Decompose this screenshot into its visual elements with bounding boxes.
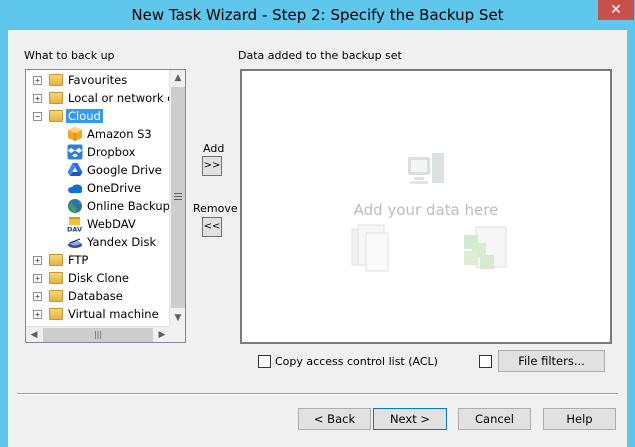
tree-item-label: Dropbox: [87, 145, 136, 159]
vertical-scroll-thumb[interactable]: [171, 87, 185, 308]
expand-icon[interactable]: +: [33, 94, 42, 103]
tree-item-label: Yandex Disk: [87, 235, 157, 249]
tree-item-label: Cloud: [66, 109, 103, 123]
scrollbar-corner: [169, 326, 185, 342]
tree-item-ftp[interactable]: + FTP: [26, 251, 170, 269]
cancel-button[interactable]: Cancel: [458, 408, 531, 430]
tree-item-database[interactable]: + Database: [26, 287, 170, 305]
folder-icon: [49, 92, 63, 104]
globe-icon: [68, 199, 82, 213]
onedrive-icon: [68, 184, 83, 194]
help-button[interactable]: Help: [543, 408, 616, 430]
window-title: New Task Wizard - Step 2: Specify the Ba…: [131, 6, 504, 24]
tree-items: + Favourites + Local or network drives −…: [26, 70, 170, 326]
tree-item-dropbox[interactable]: Dropbox: [26, 143, 170, 161]
remove-button[interactable]: <<: [202, 217, 222, 237]
tree-item-yandex-disk[interactable]: Yandex Disk: [26, 233, 170, 251]
tree-item-label: OneDrive: [87, 181, 142, 195]
tree-item-online-backup[interactable]: Online Backup: [26, 197, 170, 215]
source-tree[interactable]: + Favourites + Local or network drives −…: [25, 69, 186, 343]
file-filters-button[interactable]: File filters...: [498, 350, 605, 372]
tree-item-label: Disk Clone: [68, 271, 129, 285]
collapse-icon[interactable]: −: [33, 112, 42, 121]
close-button[interactable]: ✕: [598, 0, 634, 20]
tree-item-cloud[interactable]: − Cloud: [26, 107, 170, 125]
remove-label: Remove: [193, 202, 238, 215]
files-icon: [464, 226, 507, 269]
expand-icon[interactable]: +: [33, 256, 42, 265]
tree-item-label: Online Backup: [87, 199, 170, 213]
add-label: Add: [203, 142, 225, 155]
scroll-right-icon[interactable]: ▶: [154, 327, 170, 342]
computer-icon: [408, 153, 444, 184]
back-button[interactable]: < Back: [298, 408, 371, 430]
tree-item-label: WebDAV: [87, 217, 136, 231]
tree-item-favourites[interactable]: + Favourites: [26, 71, 170, 89]
tree-item-amazon-s3[interactable]: Amazon S3: [26, 125, 170, 143]
expand-icon[interactable]: +: [33, 292, 42, 301]
title-bar: New Task Wizard - Step 2: Specify the Ba…: [0, 0, 635, 30]
scroll-down-icon[interactable]: ▼: [170, 310, 185, 326]
horizontal-scroll-thumb[interactable]: |||: [43, 328, 153, 342]
documents-icon: [351, 224, 389, 272]
yandex-disk-icon: [68, 238, 82, 248]
horizontal-scrollbar[interactable]: ◀ ||| ▶: [26, 326, 170, 342]
amazon-s3-icon: [68, 127, 82, 141]
what-to-back-up-label: What to back up: [24, 49, 115, 62]
backup-set-label: Data added to the backup set: [238, 49, 402, 62]
folder-icon: [49, 254, 63, 266]
scroll-up-icon[interactable]: ▲: [170, 70, 185, 86]
close-icon: ✕: [610, 2, 622, 18]
folder-icon: [49, 74, 63, 86]
tree-item-virtual-machine[interactable]: + Virtual machine: [26, 305, 170, 323]
tree-item-label: Virtual machine: [68, 307, 159, 321]
tree-item-label: Favourites: [68, 73, 128, 87]
footer-separator: [17, 393, 618, 395]
add-button[interactable]: >>: [202, 156, 222, 176]
expand-icon[interactable]: +: [33, 76, 42, 85]
folder-icon: [49, 272, 63, 284]
tree-item-label: Local or network drives: [68, 91, 170, 105]
expand-icon[interactable]: +: [33, 274, 42, 283]
tree-item-label: Google Drive: [87, 163, 162, 177]
folder-icon: [49, 110, 63, 122]
empty-hint: Add your data here: [353, 201, 499, 219]
vertical-scrollbar[interactable]: ▲ ▼: [169, 70, 185, 326]
folder-icon: [49, 290, 63, 302]
tree-item-webdav[interactable]: DAV WebDAV: [26, 215, 170, 233]
tree-item-google-drive[interactable]: Google Drive: [26, 161, 170, 179]
tree-item-onedrive[interactable]: OneDrive: [26, 179, 170, 197]
tree-item-label: FTP: [68, 253, 89, 267]
expand-icon[interactable]: +: [33, 310, 42, 319]
folder-icon: [49, 308, 63, 320]
tree-item-disk-clone[interactable]: + Disk Clone: [26, 269, 170, 287]
acl-checkbox[interactable]: [258, 355, 271, 368]
dropbox-icon: [67, 144, 83, 160]
tree-item-label: Database: [68, 289, 123, 303]
svg-text:DAV: DAV: [67, 226, 82, 233]
scroll-left-icon[interactable]: ◀: [26, 327, 42, 342]
backup-set-list[interactable]: Add your data here: [240, 69, 612, 344]
google-drive-icon: [67, 163, 83, 176]
next-button[interactable]: Next >: [373, 408, 447, 430]
acl-label: Copy access control list (ACL): [275, 355, 438, 368]
file-filters-checkbox[interactable]: [479, 355, 492, 368]
tree-item-label: Amazon S3: [87, 127, 152, 141]
tree-item-local-drives[interactable]: + Local or network drives: [26, 89, 170, 107]
webdav-icon: DAV: [67, 217, 82, 233]
